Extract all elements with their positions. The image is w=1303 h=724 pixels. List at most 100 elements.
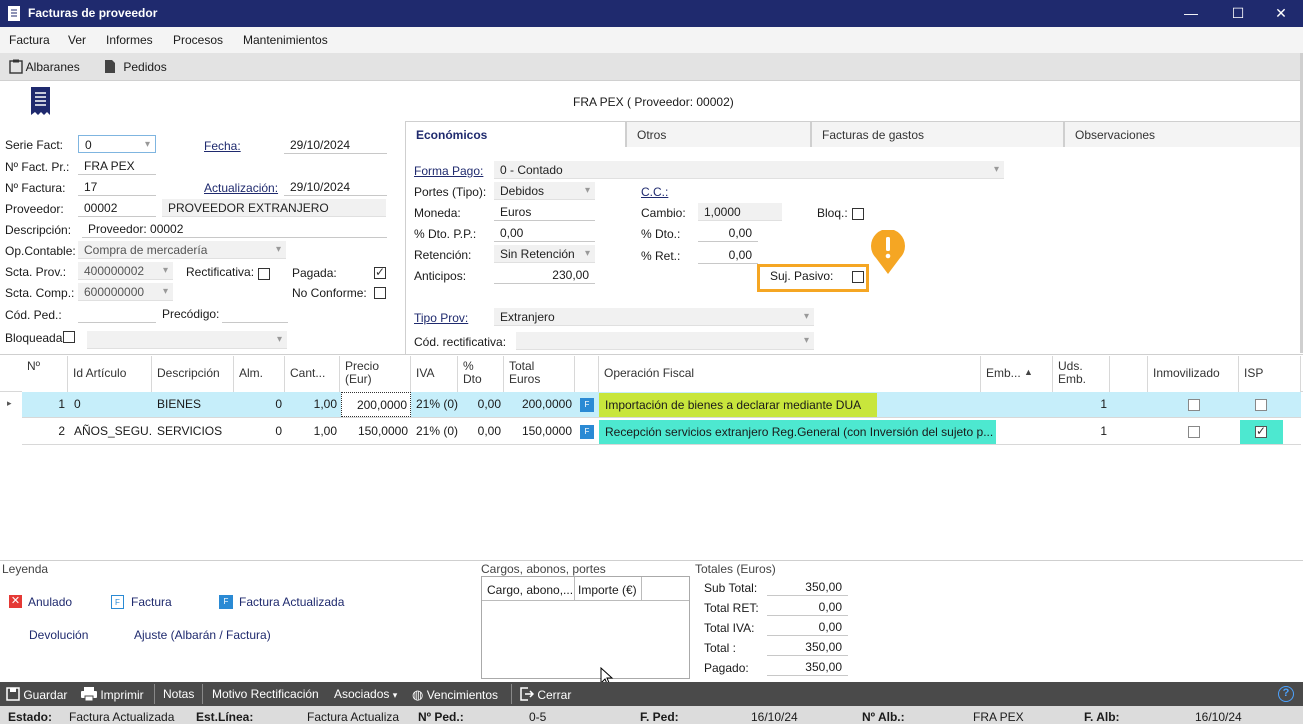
codrect-select[interactable]: [516, 332, 814, 350]
isp-checkbox[interactable]: [1255, 424, 1267, 438]
dto-field[interactable]: 0,00: [698, 224, 758, 242]
col-total[interactable]: Total Euros: [504, 356, 575, 392]
bloq-checkbox[interactable]: [852, 208, 864, 220]
rectificativa-checkbox[interactable]: [258, 268, 270, 280]
col-isp[interactable]: ISP: [1239, 356, 1301, 392]
fecha-field[interactable]: 29/10/2024: [284, 136, 387, 154]
menu-procesos[interactable]: Procesos: [173, 33, 223, 47]
serie-select[interactable]: 0: [78, 135, 156, 154]
vencimientos-button[interactable]: ◍ Vencimientos: [412, 687, 498, 703]
guardar-button[interactable]: Guardar: [6, 687, 67, 702]
menu-factura[interactable]: Factura: [9, 33, 50, 47]
tab-otros[interactable]: Otros: [626, 121, 811, 147]
sctaprov-select[interactable]: 400000002: [78, 262, 173, 280]
menu-informes[interactable]: Informes: [106, 33, 153, 47]
actualizacion-field[interactable]: 29/10/2024: [284, 178, 387, 196]
col-blank[interactable]: [1110, 356, 1148, 392]
cc-label[interactable]: C.C.:: [641, 185, 668, 199]
col-iva[interactable]: IVA: [411, 356, 458, 392]
col-precio[interactable]: Precio (Eur): [340, 356, 411, 392]
col-uds-emb[interactable]: Uds. Emb.: [1053, 356, 1110, 392]
tab-facturas-gastos[interactable]: Facturas de gastos: [811, 121, 1064, 147]
bloqueada-checkbox[interactable]: [63, 331, 75, 343]
cell-n: 2: [58, 424, 65, 438]
imprimir-button[interactable]: Imprimir: [81, 687, 144, 702]
col-n[interactable]: Nº: [22, 356, 68, 392]
tab-observaciones[interactable]: Observaciones: [1064, 121, 1302, 147]
cargos-table[interactable]: Cargo, abono,... Importe (€): [481, 576, 690, 679]
totalret-label: Total RET:: [704, 601, 759, 615]
pagada-checkbox[interactable]: [374, 265, 386, 279]
formapago-label[interactable]: Forma Pago:: [414, 164, 483, 178]
totaliva-label: Total IVA:: [704, 621, 755, 635]
pedidos-button[interactable]: Pedidos: [104, 59, 167, 74]
col-emb[interactable]: Emb...: [981, 356, 1053, 392]
nfactura-field[interactable]: 17: [78, 178, 156, 196]
menu-mantenimientos[interactable]: Mantenimientos: [243, 33, 328, 47]
noconforme-label: No Conforme:: [292, 286, 367, 300]
isp-checkbox[interactable]: [1255, 399, 1267, 411]
status-bar: Estado: Factura Actualizada Est.Línea: F…: [0, 706, 1303, 724]
col-descripcion[interactable]: Descripción: [152, 356, 234, 392]
tipoprov-label[interactable]: Tipo Prov:: [414, 311, 468, 325]
estado-value: Factura Actualizada: [69, 710, 175, 724]
sctacomp-select[interactable]: 600000000: [78, 283, 173, 301]
moneda-field[interactable]: Euros: [494, 203, 595, 221]
col-flag[interactable]: [575, 356, 599, 392]
cell-precio[interactable]: 200,0000: [341, 392, 411, 417]
precodigo-field[interactable]: [222, 305, 288, 323]
sujpasivo-checkbox[interactable]: [852, 271, 864, 283]
motivo-rectificacion-button[interactable]: Motivo Rectificación: [212, 687, 319, 701]
portes-select[interactable]: Debidos: [494, 182, 595, 200]
tab-economicos[interactable]: Económicos: [405, 121, 626, 147]
tipoprov-select[interactable]: Extranjero: [494, 308, 814, 326]
close-button[interactable]: ✕: [1258, 0, 1303, 27]
noconforme-checkbox[interactable]: [374, 287, 386, 299]
cargos-col-cargo[interactable]: Cargo, abono,...: [487, 583, 573, 597]
action-bar: Guardar Imprimir Notas Motivo Rectificac…: [0, 682, 1303, 706]
anticipos-field[interactable]: 230,00: [494, 266, 595, 284]
col-inmovilizado[interactable]: Inmovilizado: [1148, 356, 1239, 392]
descripcion-field[interactable]: Proveedor: 00002: [82, 220, 387, 238]
col-operacion-fiscal[interactable]: Operación Fiscal: [599, 356, 981, 392]
asociados-dropdown[interactable]: Asociados ▾: [334, 687, 397, 701]
fped-label: F. Ped:: [640, 710, 679, 724]
cargos-col-importe[interactable]: Importe (€): [578, 583, 637, 597]
col-id-articulo[interactable]: Id Artículo: [68, 356, 152, 392]
bloqueada-select[interactable]: [87, 331, 287, 349]
col-alm[interactable]: Alm.: [234, 356, 285, 392]
menu-ver[interactable]: Ver: [68, 33, 86, 47]
cerrar-button[interactable]: Cerrar: [520, 687, 571, 702]
codped-label: Cód. Ped.:: [5, 308, 62, 322]
col-dto[interactable]: % Dto: [458, 356, 504, 392]
ret-field[interactable]: 0,00: [698, 246, 758, 264]
document-icon: [8, 6, 20, 21]
retencion-label: Retención:: [414, 248, 472, 262]
col-cant[interactable]: Cant...: [285, 356, 340, 392]
divider: [641, 577, 642, 601]
retencion-select[interactable]: Sin Retención: [494, 245, 595, 263]
proveedor-code-field[interactable]: 00002: [78, 199, 156, 217]
actualizacion-label[interactable]: Actualización:: [204, 181, 278, 195]
maximize-button[interactable]: ☐: [1215, 0, 1261, 27]
inmovilizado-checkbox[interactable]: [1188, 399, 1200, 411]
factura-actualizada-icon: F: [580, 398, 594, 412]
notas-button[interactable]: Notas: [163, 687, 194, 701]
codped-field[interactable]: [78, 305, 156, 323]
subtotal-label: Sub Total:: [704, 581, 758, 595]
cell-iva: 21% (0): [416, 397, 458, 411]
dtopp-field[interactable]: 0,00: [494, 224, 595, 242]
help-icon[interactable]: ?: [1278, 686, 1294, 702]
row-pointer-icon: ▸: [7, 398, 12, 408]
estlinea-value: Factura Actualiza: [307, 710, 400, 724]
fecha-label[interactable]: Fecha:: [204, 139, 241, 153]
nfactpr-field[interactable]: FRA PEX: [78, 157, 156, 175]
inmovilizado-checkbox[interactable]: [1188, 426, 1200, 438]
albaranes-button[interactable]: Albaranes: [9, 59, 80, 74]
minimize-button[interactable]: —: [1168, 0, 1214, 27]
formapago-select[interactable]: 0 - Contado: [494, 161, 1004, 179]
window-title: Facturas de proveedor: [28, 6, 158, 20]
tab-strip: Económicos Otros Facturas de gastos Obse…: [405, 121, 1302, 147]
opcontable-select[interactable]: Compra de mercadería: [78, 241, 286, 259]
precodigo-label: Precódigo:: [162, 307, 220, 321]
